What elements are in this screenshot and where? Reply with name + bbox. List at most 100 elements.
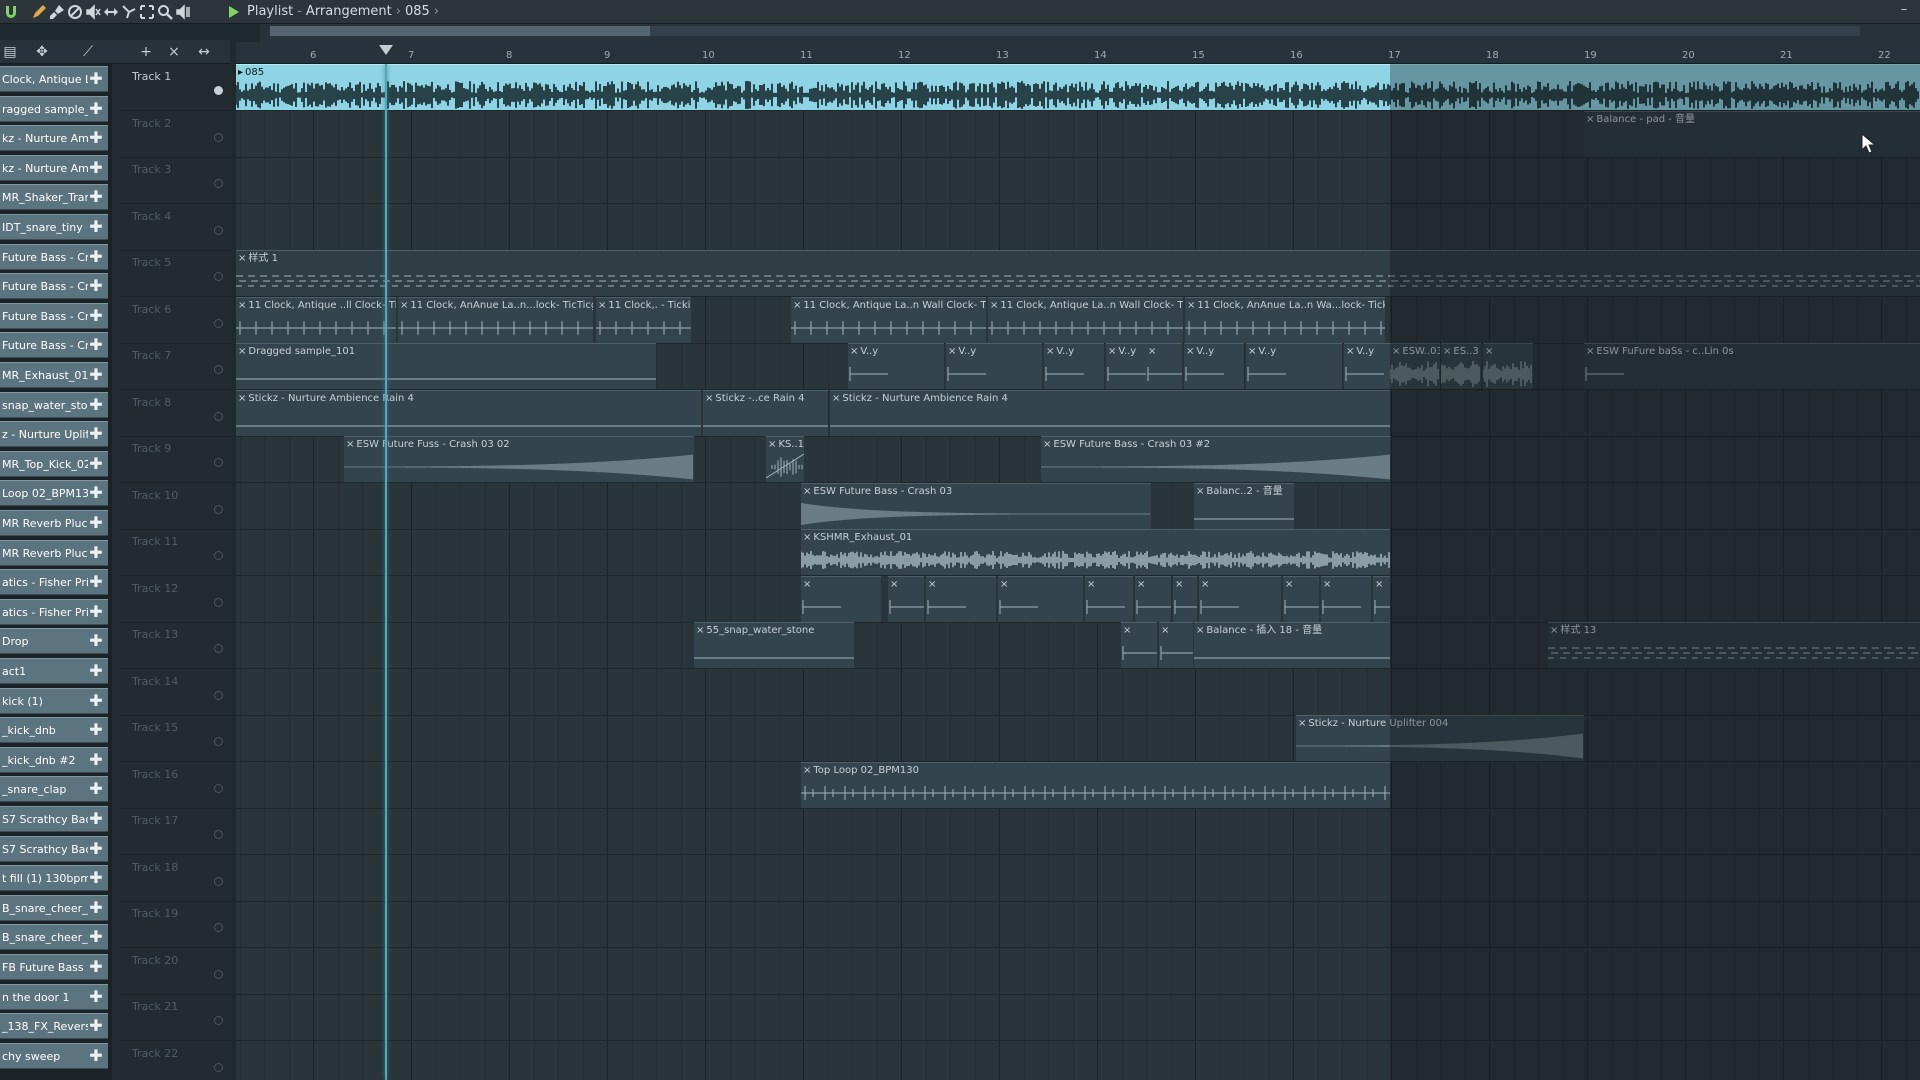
track-header[interactable]: Track 22 (120, 1041, 232, 1080)
audio-clip[interactable]: V..y (1344, 343, 1390, 389)
audio-clip[interactable]: V..y (848, 343, 944, 389)
channel-slot[interactable]: _kick_dnb ✚ (0, 717, 108, 744)
audio-clip[interactable]: ESW Future Fuss - Crash 03 02 (344, 436, 694, 482)
channel-slot[interactable]: atics - Fisher Pric...✚ (0, 598, 108, 625)
audio-clip[interactable]: V..y (946, 343, 1042, 389)
channel-slot[interactable]: Loop 02_BPM130 ✚ (0, 480, 108, 507)
channel-slot[interactable]: Future Bass - Cra...✚ (0, 243, 108, 270)
audio-clip[interactable]: Stickz - Nurture Ambience Rain 4 (236, 389, 701, 436)
channel-slot[interactable]: S7 Scrathcy Backs...✚ (0, 806, 108, 832)
remove-button[interactable]: × (166, 44, 182, 60)
track-mute-icon[interactable] (214, 830, 223, 839)
channel-slot[interactable]: MR Reverb Pluck...✚ (0, 539, 108, 566)
slice-icon[interactable] (120, 3, 138, 21)
track-mute-icon[interactable] (214, 225, 223, 235)
channel-slot[interactable]: atics - Fisher Pric...✚ (0, 569, 108, 596)
track-mute-icon[interactable] (214, 86, 223, 95)
track-header[interactable]: Track 20 (120, 948, 232, 995)
audio-clip[interactable]: V..y (1106, 343, 1146, 389)
audio-clip[interactable] (1135, 575, 1171, 622)
playhead-marker-icon[interactable] (379, 45, 393, 55)
add-channel-icon[interactable]: ✚ (88, 987, 104, 1006)
track-mute-icon[interactable] (214, 597, 223, 607)
track-header[interactable]: Track 14 (120, 669, 232, 716)
move-icon[interactable]: ✥ (34, 44, 50, 60)
track-mute-icon[interactable] (214, 1062, 223, 1072)
channel-slot[interactable]: n the door 1 ✚ (0, 983, 108, 1010)
title-chevron-icon[interactable]: › (434, 4, 439, 19)
select-icon[interactable] (138, 3, 156, 21)
add-channel-icon[interactable]: ✚ (88, 188, 104, 206)
add-channel-icon[interactable]: ✚ (88, 306, 104, 325)
audio-clip[interactable]: 11 Clock, AnAnue La..n...lock- TicTicg (398, 296, 593, 343)
channel-slot[interactable]: kz - Nurture Ambi...✚ (0, 125, 108, 152)
audio-clip[interactable]: V..y (1044, 343, 1104, 389)
track-mute-icon[interactable] (214, 179, 223, 188)
track-mute-icon[interactable] (214, 923, 223, 932)
add-channel-icon[interactable]: ✚ (88, 632, 104, 650)
audio-clip[interactable] (926, 575, 996, 622)
audio-clip[interactable] (888, 575, 924, 622)
track-header[interactable]: Track 4 (120, 204, 232, 251)
channel-slot[interactable]: B_snare_cheer_l...✚ (0, 894, 108, 921)
audio-clip[interactable]: 11 Clock, Antique La..n Wall Clock- Tick… (791, 296, 986, 343)
add-channel-icon[interactable]: ✚ (88, 958, 104, 976)
add-channel-icon[interactable]: ✚ (88, 366, 104, 384)
track-mute-icon[interactable] (214, 504, 223, 514)
track-header[interactable]: Track 17 (120, 808, 232, 855)
play-arrow-icon[interactable] (224, 3, 242, 21)
channel-slot[interactable]: IDT_snare_tiny ✚ (0, 214, 108, 240)
channel-slot[interactable]: MR_Exhaust_01 ✚ (0, 362, 108, 388)
audio-clip[interactable]: ESW Future Bass - Crash 03 #2 (1041, 436, 1391, 482)
track-mute-icon[interactable] (214, 365, 223, 374)
playback-icon[interactable] (174, 3, 192, 21)
track-header[interactable]: Track 8 (120, 390, 232, 437)
channel-slot[interactable]: Drop ✚ (0, 628, 108, 655)
channel-slot[interactable]: _snare_clap ✚ (0, 776, 108, 803)
track-header[interactable]: Track 10 (120, 483, 232, 530)
overview-thumb[interactable] (270, 26, 650, 36)
add-channel-icon[interactable]: ✚ (88, 514, 104, 532)
add-channel-icon[interactable]: ✚ (88, 1046, 104, 1065)
track-header[interactable]: Track 5 (120, 250, 232, 297)
delete-icon[interactable] (66, 3, 84, 21)
add-channel-icon[interactable]: ✚ (88, 810, 104, 828)
audio-clip[interactable]: 11 Clock, Antique ..ll Clock- Ticking (236, 296, 396, 343)
channel-slot[interactable]: FB Future Bass Sn...✚ (0, 954, 108, 980)
audio-clip[interactable] (1159, 622, 1193, 668)
track-mute-icon[interactable] (214, 644, 223, 653)
channel-slot[interactable]: kz - Nurture Ambi...✚ (0, 154, 108, 181)
channel-slot[interactable]: Future Bass - Cra...✚ (0, 273, 108, 300)
zoom-icon[interactable] (156, 3, 174, 21)
add-channel-icon[interactable]: ✚ (88, 1017, 104, 1035)
audio-clip[interactable] (1121, 622, 1157, 668)
audio-clip[interactable]: KSHMR_Exhaust_01 (801, 529, 1390, 575)
overview-scrollbar[interactable] (270, 26, 1860, 36)
channel-slot[interactable]: kick (1) ✚ (0, 687, 108, 714)
audio-clip[interactable]: 11 Clock, Antique La..n Wall Clock- Tick… (988, 296, 1183, 343)
track-header[interactable]: Track 3 (120, 157, 232, 204)
add-channel-icon[interactable]: ✚ (88, 454, 104, 473)
playhead[interactable] (385, 64, 387, 1080)
channel-slot[interactable]: ragged sample_101✚ (0, 95, 108, 122)
track-header[interactable]: Track 16 (120, 762, 232, 809)
track-header[interactable]: Track 1 (120, 64, 232, 111)
channel-slot[interactable]: MR Reverb Pluck...✚ (0, 510, 108, 536)
audio-clip[interactable] (1173, 575, 1197, 622)
add-channel-icon[interactable]: ✚ (88, 898, 104, 917)
add-channel-icon[interactable]: ✚ (88, 780, 104, 798)
audio-clip[interactable]: V..y (1184, 343, 1244, 389)
track-header[interactable]: Track 7 (120, 343, 232, 390)
track-mute-icon[interactable] (214, 969, 223, 979)
add-channel-icon[interactable]: ✚ (88, 602, 104, 621)
audio-clip[interactable]: 11 Clock, AnAnue La..n Wa...lock- Tickin… (1185, 296, 1385, 343)
audio-clip[interactable]: Stickz - Nurture Ambience Rain 4 (830, 389, 1390, 436)
audio-clip[interactable]: KS..1 (766, 436, 804, 482)
zoom-fit-button[interactable]: ↔ (196, 44, 212, 60)
channel-scrollbar[interactable] (112, 64, 120, 1080)
track-header[interactable]: Track 18 (120, 855, 232, 902)
add-channel-icon[interactable]: ✚ (88, 691, 104, 710)
add-channel-icon[interactable]: ✚ (88, 425, 104, 443)
title-pattern[interactable]: 085 (405, 4, 430, 19)
audio-clip[interactable] (1085, 575, 1133, 622)
